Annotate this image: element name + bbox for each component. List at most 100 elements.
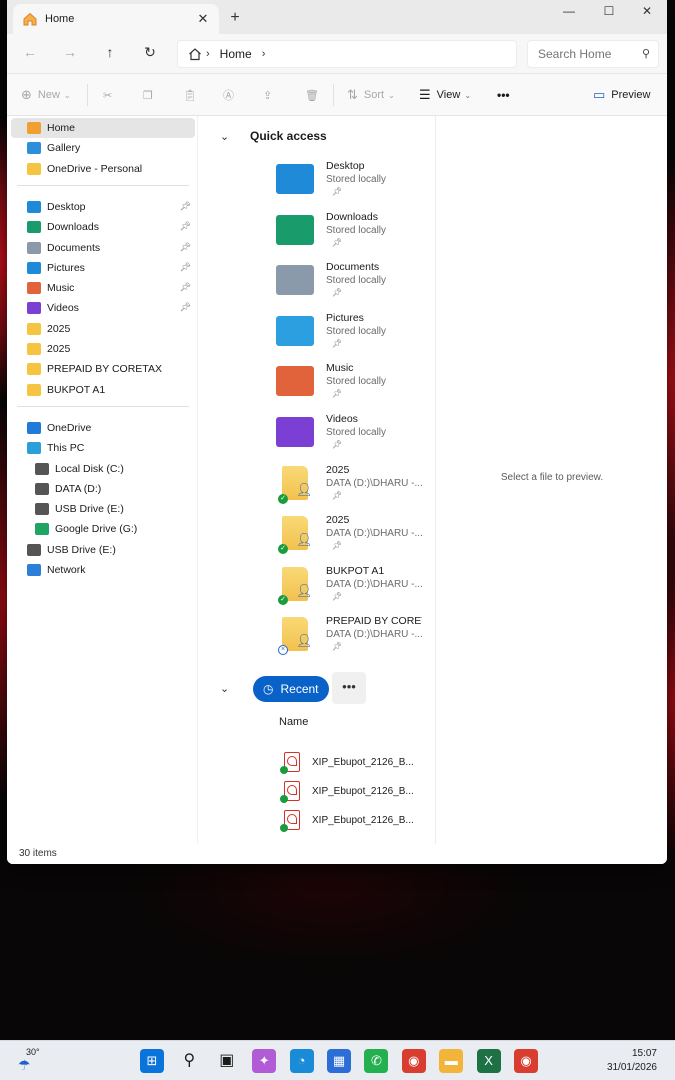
start-icon[interactable]: ⊞ (140, 1049, 164, 1073)
new-tab-button[interactable]: + (225, 9, 245, 27)
breadcrumb-chevron-icon[interactable]: › (206, 48, 210, 60)
search-icon[interactable]: ⚲ (177, 1049, 201, 1073)
sidebar-item[interactable]: Pictures 📌︎ (11, 258, 195, 278)
pin-icon: 📌︎ (332, 338, 343, 348)
system-clock[interactable]: 15:07 31/01/2026 (607, 1047, 657, 1075)
sidebar-item-label: Downloads (47, 221, 99, 234)
close-tab-icon[interactable]: ✕ (195, 11, 211, 27)
recent-tab[interactable]: ◷ Recent (253, 676, 329, 702)
available-status-icon (280, 766, 288, 774)
chrome-profile-icon[interactable]: ◉ (514, 1049, 538, 1073)
sidebar-item[interactable]: OneDrive - Personal (11, 159, 195, 179)
up-arrow-icon[interactable]: ↑ (99, 44, 121, 64)
sidebar-item[interactable]: Documents 📌︎ (11, 238, 195, 258)
pin-icon[interactable]: 📌︎ (180, 302, 191, 313)
forward-arrow-icon[interactable]: → (59, 44, 81, 64)
sort-button[interactable]: ⇅ Sort ⌄ (347, 86, 395, 104)
pin-icon[interactable]: 📌︎ (180, 262, 191, 273)
quick-access-name: BUKPOT A1 (326, 564, 385, 577)
copilot-icon[interactable]: ✦ (252, 1049, 277, 1073)
task-view-icon[interactable]: ▣ (215, 1049, 239, 1073)
quick-access-item[interactable]: 👤︎ ✓ BUKPOT A1 DATA (D:)\DHARU -... 📌︎ (276, 563, 426, 613)
quick-access-item[interactable]: 👤︎ × PREPAID BY CORETAXDATA (D:)\DHARU -..… (276, 613, 426, 663)
quick-access-item[interactable]: Videos Stored locally 📌︎ (276, 411, 426, 461)
recent-file-row[interactable]: XIP_Ebupot_2126_B... (280, 751, 434, 774)
quick-access-item[interactable]: Downloads Stored locally 📌︎ (276, 209, 426, 259)
share-icon[interactable]: ⇪ (263, 86, 272, 104)
sidebar-item[interactable]: 2025 (11, 339, 195, 359)
sidebar-item[interactable]: PREPAID BY CORETAX (11, 359, 195, 379)
excel-icon[interactable]: X (476, 1049, 501, 1073)
sidebar-item[interactable]: Network (11, 560, 195, 580)
sidebar-item[interactable]: Local Disk (C:) (11, 459, 195, 479)
store-icon[interactable]: ▦ (327, 1049, 351, 1073)
sidebar-item[interactable]: DATA (D:) (11, 479, 195, 499)
chrome-icon[interactable]: ◉ (401, 1049, 426, 1073)
file-explorer-icon[interactable]: ▬ (439, 1049, 464, 1073)
pin-icon: 📌︎ (332, 389, 343, 399)
preview-button[interactable]: ▭ Preview (593, 86, 650, 104)
close-window-button[interactable]: ✕ (627, 4, 667, 22)
minimize-button[interactable]: — (549, 4, 589, 22)
sidebar-item[interactable]: USB Drive (E:) (11, 499, 195, 519)
recent-file-row[interactable]: XIP_Ebupot_2126_B... (280, 780, 434, 803)
back-arrow-icon[interactable]: ← (19, 44, 41, 64)
cut-icon[interactable]: ✂ (103, 86, 112, 104)
quick-access-header[interactable]: ⌄ Quick access (220, 126, 327, 146)
sidebar-item[interactable]: Videos 📌︎ (11, 298, 195, 318)
name-column-header[interactable]: Name (279, 716, 308, 728)
sidebar-item[interactable]: Desktop 📌︎ (11, 197, 195, 217)
disk-icon (35, 482, 49, 495)
edge-icon[interactable]: ◔ (289, 1049, 314, 1073)
recent-header[interactable]: ⌄ (220, 678, 236, 698)
weather-widget[interactable]: 30° ☂ (16, 1045, 50, 1077)
sidebar-item[interactable]: This PC (11, 438, 195, 458)
recent-file-row[interactable]: XIP_Ebupot_2126_B... (280, 809, 434, 832)
chevron-down-icon[interactable]: ⌄ (220, 682, 236, 695)
quick-access-item[interactable]: Documents Stored locally 📌︎ (276, 259, 426, 309)
search-box[interactable]: ⚲ (527, 40, 659, 68)
sidebar-item[interactable]: 2025 (11, 319, 195, 339)
sidebar-item[interactable]: Google Drive (G:) (11, 519, 195, 539)
recent-more-button[interactable]: ••• (332, 672, 366, 704)
search-icon[interactable]: ⚲ (642, 47, 650, 60)
maximize-button[interactable]: ☐ (589, 4, 629, 22)
copy-icon[interactable]: ❐ (143, 86, 153, 104)
view-label: View (436, 89, 461, 101)
quick-access-item[interactable]: 👤︎ ✓ 2025 DATA (D:)\DHARU -... 📌︎ (276, 462, 426, 512)
tab-home[interactable]: Home ✕ (13, 4, 219, 34)
cloud-icon (27, 421, 41, 434)
sidebar-item[interactable]: USB Drive (E:) (11, 540, 195, 560)
quick-access-item[interactable]: Pictures Stored locally 📌︎ (276, 310, 426, 360)
quick-access-item[interactable]: Music Stored locally 📌︎ (276, 360, 426, 410)
search-input[interactable] (538, 47, 638, 61)
breadcrumb-chevron-icon[interactable]: › (262, 48, 266, 60)
rename-icon[interactable]: Ⓐ (223, 86, 234, 104)
pin-icon[interactable]: 📌︎ (180, 282, 191, 293)
address-bar[interactable]: › Home › (177, 40, 517, 68)
paste-icon[interactable]: 📋︎ (183, 86, 197, 104)
pin-icon: 📌︎ (332, 642, 343, 652)
sidebar-item[interactable]: Home (11, 118, 195, 138)
chevron-down-icon[interactable]: ⌄ (220, 130, 236, 143)
quick-access-item[interactable]: Desktop Stored locally 📌︎ (276, 158, 426, 208)
delete-icon[interactable]: 🗑︎ (305, 86, 319, 104)
quick-access-item[interactable]: 👤︎ ✓ 2025 DATA (D:)\DHARU -... 📌︎ (276, 512, 426, 562)
pin-icon[interactable]: 📌︎ (180, 201, 191, 212)
whatsapp-icon[interactable]: ✆ (364, 1049, 389, 1073)
refresh-icon[interactable]: ↻ (139, 44, 161, 64)
more-options-button[interactable]: ••• (497, 86, 510, 104)
pin-icon[interactable]: 📌︎ (180, 221, 191, 232)
sidebar-item[interactable]: BUKPOT A1 (11, 380, 195, 400)
sidebar-item[interactable]: OneDrive (11, 418, 195, 438)
sidebar-item[interactable]: Music 📌︎ (11, 278, 195, 298)
new-button[interactable]: ⊕ New ⌄ (21, 86, 71, 104)
available-status-icon: ✓ (278, 493, 288, 504)
view-button[interactable]: ☰ View ⌄ (419, 86, 471, 104)
sidebar-item[interactable]: Gallery (11, 138, 195, 158)
status-bar: 30 items (7, 844, 667, 864)
breadcrumb-home[interactable]: Home (220, 47, 252, 61)
sidebar-item-label: This PC (47, 442, 85, 455)
sidebar-item[interactable]: Downloads 📌︎ (11, 217, 195, 237)
pin-icon[interactable]: 📌︎ (180, 242, 191, 253)
